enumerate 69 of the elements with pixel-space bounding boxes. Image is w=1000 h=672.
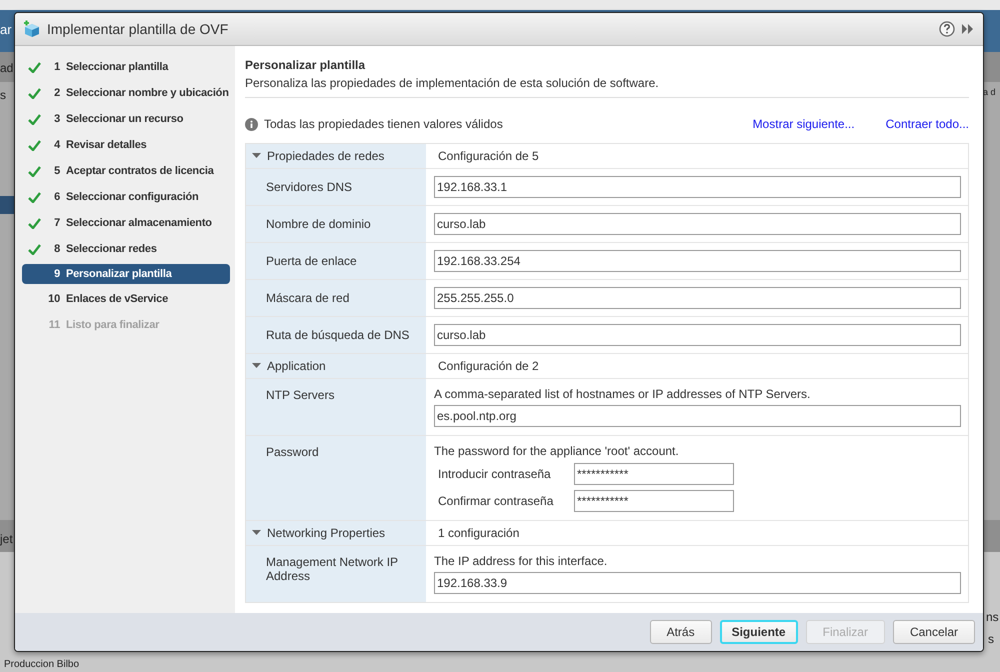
check-icon — [28, 62, 40, 72]
check-icon — [28, 114, 40, 124]
check-icon — [28, 140, 40, 150]
caret-icon[interactable] — [252, 530, 261, 536]
property-label: Puerta de enlace — [266, 254, 357, 268]
background-text: jet — [0, 532, 13, 546]
background-text: s — [988, 632, 994, 646]
section-summary: Configuración de 2 — [438, 359, 540, 373]
property-description: A comma-separated list of hostnames or IP addresses of NTP Servers. — [434, 387, 812, 401]
wizard-step[interactable]: 6 Seleccionar configuración — [22, 184, 230, 210]
password-field[interactable]: *********** — [574, 490, 734, 512]
page-heading: Personalizar plantilla — [245, 58, 366, 72]
property-label: Password — [266, 445, 319, 459]
caret-icon[interactable] — [252, 153, 261, 159]
text-field[interactable]: 192.168.33.1 — [434, 176, 961, 198]
text-field[interactable]: 255.255.255.0 — [434, 287, 961, 309]
background-text: Produccion Bilbo — [4, 659, 80, 670]
field-label: Introducir contraseña — [438, 467, 552, 481]
background-text: ns — [986, 610, 999, 624]
wizard-button[interactable]: Cancelar — [892, 620, 975, 644]
check-icon — [28, 88, 40, 98]
check-icon — [28, 192, 40, 202]
property-label: Servidores DNS — [266, 180, 352, 194]
property-label: Máscara de red — [266, 291, 350, 305]
link[interactable]: Mostrar siguiente... — [752, 117, 855, 131]
wizard-step[interactable]: 3 Seleccionar un recurso — [22, 106, 230, 132]
property-description: The password for the appliance 'root' account. — [434, 444, 680, 458]
property-label: Nombre de dominio — [266, 217, 371, 231]
background-text: s — [0, 88, 6, 102]
wizard-step[interactable]: 8 Seleccionar redes — [22, 236, 230, 262]
section-summary: Configuración de 5 — [438, 149, 540, 163]
wizard-step[interactable]: 10 Enlaces de vService — [22, 286, 230, 312]
wizard-step[interactable]: 7 Seleccionar almacenamiento — [22, 210, 230, 236]
info-icon — [245, 118, 258, 130]
section-title: Networking Properties — [267, 526, 386, 540]
wizard-step[interactable]: 5 Aceptar contratos de licencia — [22, 158, 230, 184]
wizard-button[interactable]: Atrás — [650, 620, 712, 644]
text-field[interactable]: curso.lab — [434, 324, 961, 346]
property-description: The IP address for this interface. — [434, 554, 608, 568]
check-icon — [28, 244, 40, 254]
wizard-step[interactable]: 4 Revisar detalles — [22, 132, 230, 158]
section-title: Propiedades de redes — [267, 149, 384, 163]
help-icon[interactable] — [939, 21, 955, 37]
double-chevron-icon[interactable] — [961, 23, 975, 35]
status-message: Todas las propiedades tienen valores válidos — [264, 117, 504, 131]
wizard-step[interactable]: 2 Seleccionar nombre y ubicación — [22, 80, 230, 106]
text-field[interactable]: curso.lab — [434, 213, 961, 235]
wizard-step[interactable]: 9 Personalizar plantilla — [22, 264, 230, 284]
page-description: Personaliza las propiedades de implementación de esta solución de software. — [245, 76, 969, 98]
password-field[interactable]: *********** — [574, 463, 734, 485]
background-text: ar — [0, 22, 12, 37]
property-label: Management Network IP Address — [266, 555, 399, 583]
check-icon — [28, 218, 40, 228]
wizard-button[interactable]: Siguiente — [720, 620, 798, 644]
field-label: Confirmar contraseña — [438, 494, 554, 508]
wizard-step[interactable]: 1 Seleccionar plantilla — [22, 54, 230, 80]
caret-icon[interactable] — [252, 363, 261, 369]
window-title: Implementar plantilla de OVF — [47, 21, 230, 37]
package-icon — [23, 20, 41, 38]
text-field[interactable]: 192.168.33.9 — [434, 572, 961, 594]
property-label: Ruta de búsqueda de DNS — [266, 328, 410, 342]
text-field[interactable]: es.pool.ntp.org — [434, 405, 961, 427]
background-text: ad — [0, 61, 14, 75]
text-field[interactable]: 192.168.33.254 — [434, 250, 961, 272]
section-summary: 1 configuración — [438, 526, 520, 540]
check-icon — [28, 166, 40, 176]
section-title: Application — [267, 359, 326, 373]
link[interactable]: Contraer todo... — [886, 117, 969, 131]
property-label: NTP Servers — [266, 388, 334, 402]
